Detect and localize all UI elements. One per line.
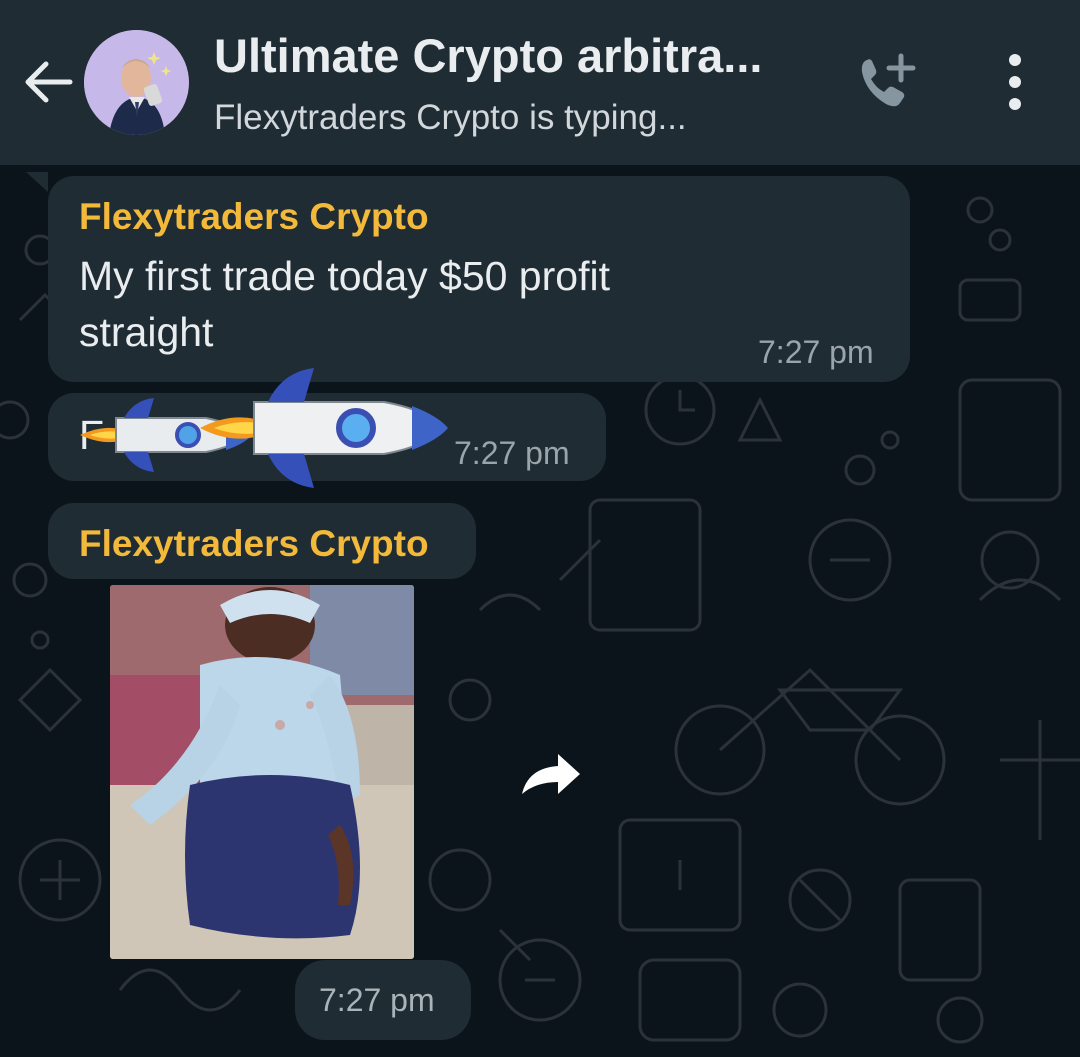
message-text-line1: My first trade today $50 profit [79, 253, 610, 299]
vertical-dots-icon[interactable] [995, 52, 1035, 112]
rocket-emoji-icon [200, 368, 448, 488]
chat-title[interactable]: Ultimate Crypto arbitra... [214, 28, 762, 83]
arrow-left-icon[interactable] [22, 56, 74, 108]
message-time: 7:27 pm [319, 982, 435, 1018]
message-time: 7:27 pm [454, 435, 570, 471]
video-thumbnail-image [110, 585, 414, 959]
sender-bubble: Flexytraders Crypto [48, 503, 476, 579]
bubble-tail [26, 172, 48, 192]
add-call-icon[interactable] [855, 50, 921, 116]
message-time-pill: 7:27 pm [295, 960, 471, 1040]
sender-name[interactable]: Flexytraders Crypto [79, 196, 429, 238]
message-bubble[interactable]: Flexytraders Crypto My first trade today… [48, 176, 910, 382]
sender-name[interactable]: Flexytraders Crypto [79, 523, 429, 565]
forward-icon[interactable] [500, 728, 600, 828]
message-time: 7:27 pm [758, 334, 874, 370]
avatar-image [84, 30, 188, 135]
group-avatar[interactable] [84, 30, 189, 135]
video-thumbnail[interactable] [110, 585, 414, 959]
chat-header: Ultimate Crypto arbitra... Flexytraders … [0, 0, 1080, 165]
typing-status: Flexytraders Crypto is typing... [214, 98, 687, 137]
message-text-line2: straight [79, 309, 214, 355]
